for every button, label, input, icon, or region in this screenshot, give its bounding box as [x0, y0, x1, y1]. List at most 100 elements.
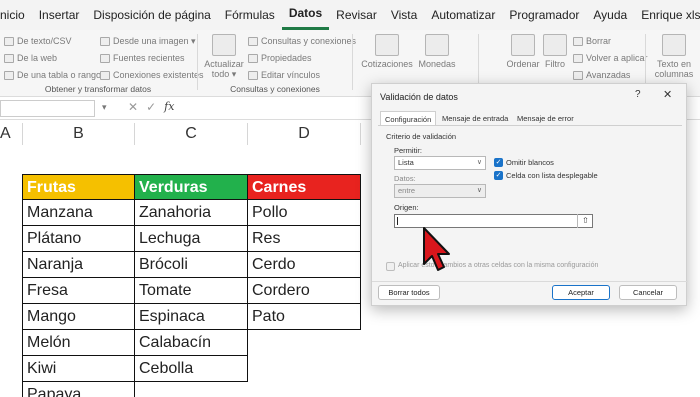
cell-frutas[interactable]: Plátano [22, 226, 135, 252]
desde-imagen-button[interactable]: Desde una imagen ▾ [100, 34, 196, 48]
filter-icon [543, 34, 567, 56]
header-cell-carnes[interactable]: Carnes [247, 174, 361, 200]
cell-frutas[interactable]: Melón [22, 330, 135, 356]
help-icon[interactable]: ? [635, 89, 641, 100]
tab-mensaje-error[interactable]: Mensaje de error [513, 111, 578, 126]
cell-frutas[interactable]: Mango [22, 304, 135, 330]
menu-inicio[interactable]: nicio [0, 0, 32, 30]
filtro-button[interactable]: Filtro [541, 34, 569, 69]
editar-vinculos-button[interactable]: Editar vínculos [248, 68, 320, 82]
conexiones-existentes-button[interactable]: Conexiones existentes [100, 68, 204, 82]
aceptar-button[interactable]: Aceptar [552, 285, 610, 300]
consultas-conexiones-button[interactable]: Consultas y conexiones [248, 34, 356, 48]
menu-revisar[interactable]: Revisar [329, 0, 384, 30]
avanzadas-button[interactable]: Avanzadas [573, 68, 630, 82]
mouse-pointer-icon [423, 227, 450, 271]
clear-filter-icon [573, 36, 583, 46]
omitir-blancos-label: Omitir blancos [506, 158, 554, 167]
cell-carnes[interactable]: Res [247, 226, 361, 252]
de-tabla-button[interactable]: De una tabla o rango [4, 68, 101, 82]
currency-icon [425, 34, 449, 56]
cell-carnes[interactable]: Pollo [247, 200, 361, 226]
omitir-blancos-checkbox[interactable]: ✓ [494, 158, 503, 167]
borrar-todos-button[interactable]: Borrar todos [378, 285, 440, 300]
name-box[interactable] [0, 100, 95, 117]
tab-mensaje-entrada[interactable]: Mensaje de entrada [438, 111, 512, 126]
web-icon [4, 53, 14, 63]
tab-configuracion[interactable]: Configuración [380, 111, 437, 126]
recent-sources-icon [100, 53, 110, 63]
cell-frutas[interactable]: Papaya [22, 382, 135, 397]
cell-verduras[interactable]: Zanahoria [134, 200, 248, 226]
cell-verduras[interactable]: Cebolla [134, 356, 248, 382]
cell-frutas[interactable]: Manzana [22, 200, 135, 226]
borrar-filtro-button[interactable]: Borrar [573, 34, 611, 48]
celda-lista-checkbox[interactable]: ✓ [494, 171, 503, 180]
cell-verduras[interactable]: Brócoli [134, 252, 248, 278]
table-icon [4, 70, 14, 80]
de-texto-csv-button[interactable]: De texto/CSV [4, 34, 72, 48]
ribbon-separator [352, 34, 353, 90]
range-select-icon[interactable]: ⇧ [577, 214, 593, 228]
column-header-c[interactable]: C [135, 121, 247, 147]
column-header-b[interactable]: B [23, 121, 134, 147]
menu-programador[interactable]: Programador [502, 0, 586, 30]
group-consultas: Actualizar todo ▾ Consultas y conexiones… [200, 30, 356, 97]
image-icon [100, 36, 110, 46]
menu-insertar[interactable]: Insertar [32, 0, 87, 30]
menu-enrique-xls[interactable]: Enrique xls [634, 0, 700, 30]
text-caret [397, 217, 398, 225]
actualizar-todo-button[interactable]: Actualizar todo ▾ [202, 34, 246, 80]
menu-formulas[interactable]: Fórmulas [218, 0, 282, 30]
fuentes-recientes-button[interactable]: Fuentes recientes [100, 51, 185, 65]
text-to-columns-icon [662, 34, 686, 56]
cell-frutas[interactable]: Kiwi [22, 356, 135, 382]
column-header-d[interactable]: D [248, 121, 360, 147]
cancel-icon[interactable]: ✕ [128, 100, 138, 114]
cell-carnes[interactable]: Pato [247, 304, 361, 330]
menu-disposicion[interactable]: Disposición de página [86, 0, 217, 30]
refresh-icon [212, 34, 236, 56]
cell-verduras[interactable]: Tomate [134, 278, 248, 304]
data-validation-dialog: Validación de datos ? ✕ Configuración Me… [371, 83, 688, 306]
aplicar-cambios-checkbox[interactable] [386, 262, 395, 271]
queries-icon [248, 36, 258, 46]
properties-icon [248, 53, 258, 63]
connections-icon [100, 70, 110, 80]
menu-bar: nicio Insertar Disposición de página Fór… [0, 0, 700, 30]
header-cell-frutas[interactable]: Frutas [22, 174, 135, 200]
cell-verduras[interactable]: Lechuga [134, 226, 248, 252]
formula-icons: ✕ ✓ fx [128, 100, 174, 114]
bank-icon [375, 34, 399, 56]
chevron-down-icon[interactable]: ▾ [102, 102, 107, 113]
volver-aplicar-button[interactable]: Volver a aplicar [573, 51, 648, 65]
propiedades-button[interactable]: Propiedades [248, 51, 312, 65]
cell-carnes[interactable]: Cordero [247, 278, 361, 304]
header-cell-verduras[interactable]: Verduras [134, 174, 248, 200]
group-label-obtener: Obtener y transformar datos [44, 84, 152, 94]
ribbon-separator [478, 34, 479, 90]
texto-columnas-button[interactable]: Texto en columnas [650, 34, 698, 80]
ordenar-button[interactable]: Ordenar [505, 34, 541, 69]
ribbon-separator [645, 34, 646, 90]
cell-verduras[interactable]: Calabacín [134, 330, 248, 356]
menu-datos[interactable]: Datos [281, 0, 330, 30]
fx-icon[interactable]: fx [164, 100, 174, 114]
cell-frutas[interactable]: Fresa [22, 278, 135, 304]
menu-ayuda[interactable]: Ayuda [586, 0, 634, 30]
menu-automatizar[interactable]: Automatizar [424, 0, 502, 30]
menu-vista[interactable]: Vista [384, 0, 424, 30]
check-icon[interactable]: ✓ [146, 100, 156, 114]
cell-carnes[interactable]: Cerdo [247, 252, 361, 278]
cell-frutas[interactable]: Naranja [22, 252, 135, 278]
column-header-a[interactable]: A [0, 121, 11, 147]
permitir-select[interactable]: Lista ∨ [394, 156, 486, 170]
advanced-filter-icon [573, 70, 583, 80]
de-la-web-button[interactable]: De la web [4, 51, 57, 65]
cell-verduras[interactable]: Espinaca [134, 304, 248, 330]
cotizaciones-button[interactable]: Cotizaciones [361, 34, 413, 69]
monedas-button[interactable]: Monedas [415, 34, 459, 69]
cancelar-button[interactable]: Cancelar [619, 285, 677, 300]
origen-label: Origen: [394, 203, 419, 212]
close-icon[interactable]: ✕ [663, 88, 672, 101]
